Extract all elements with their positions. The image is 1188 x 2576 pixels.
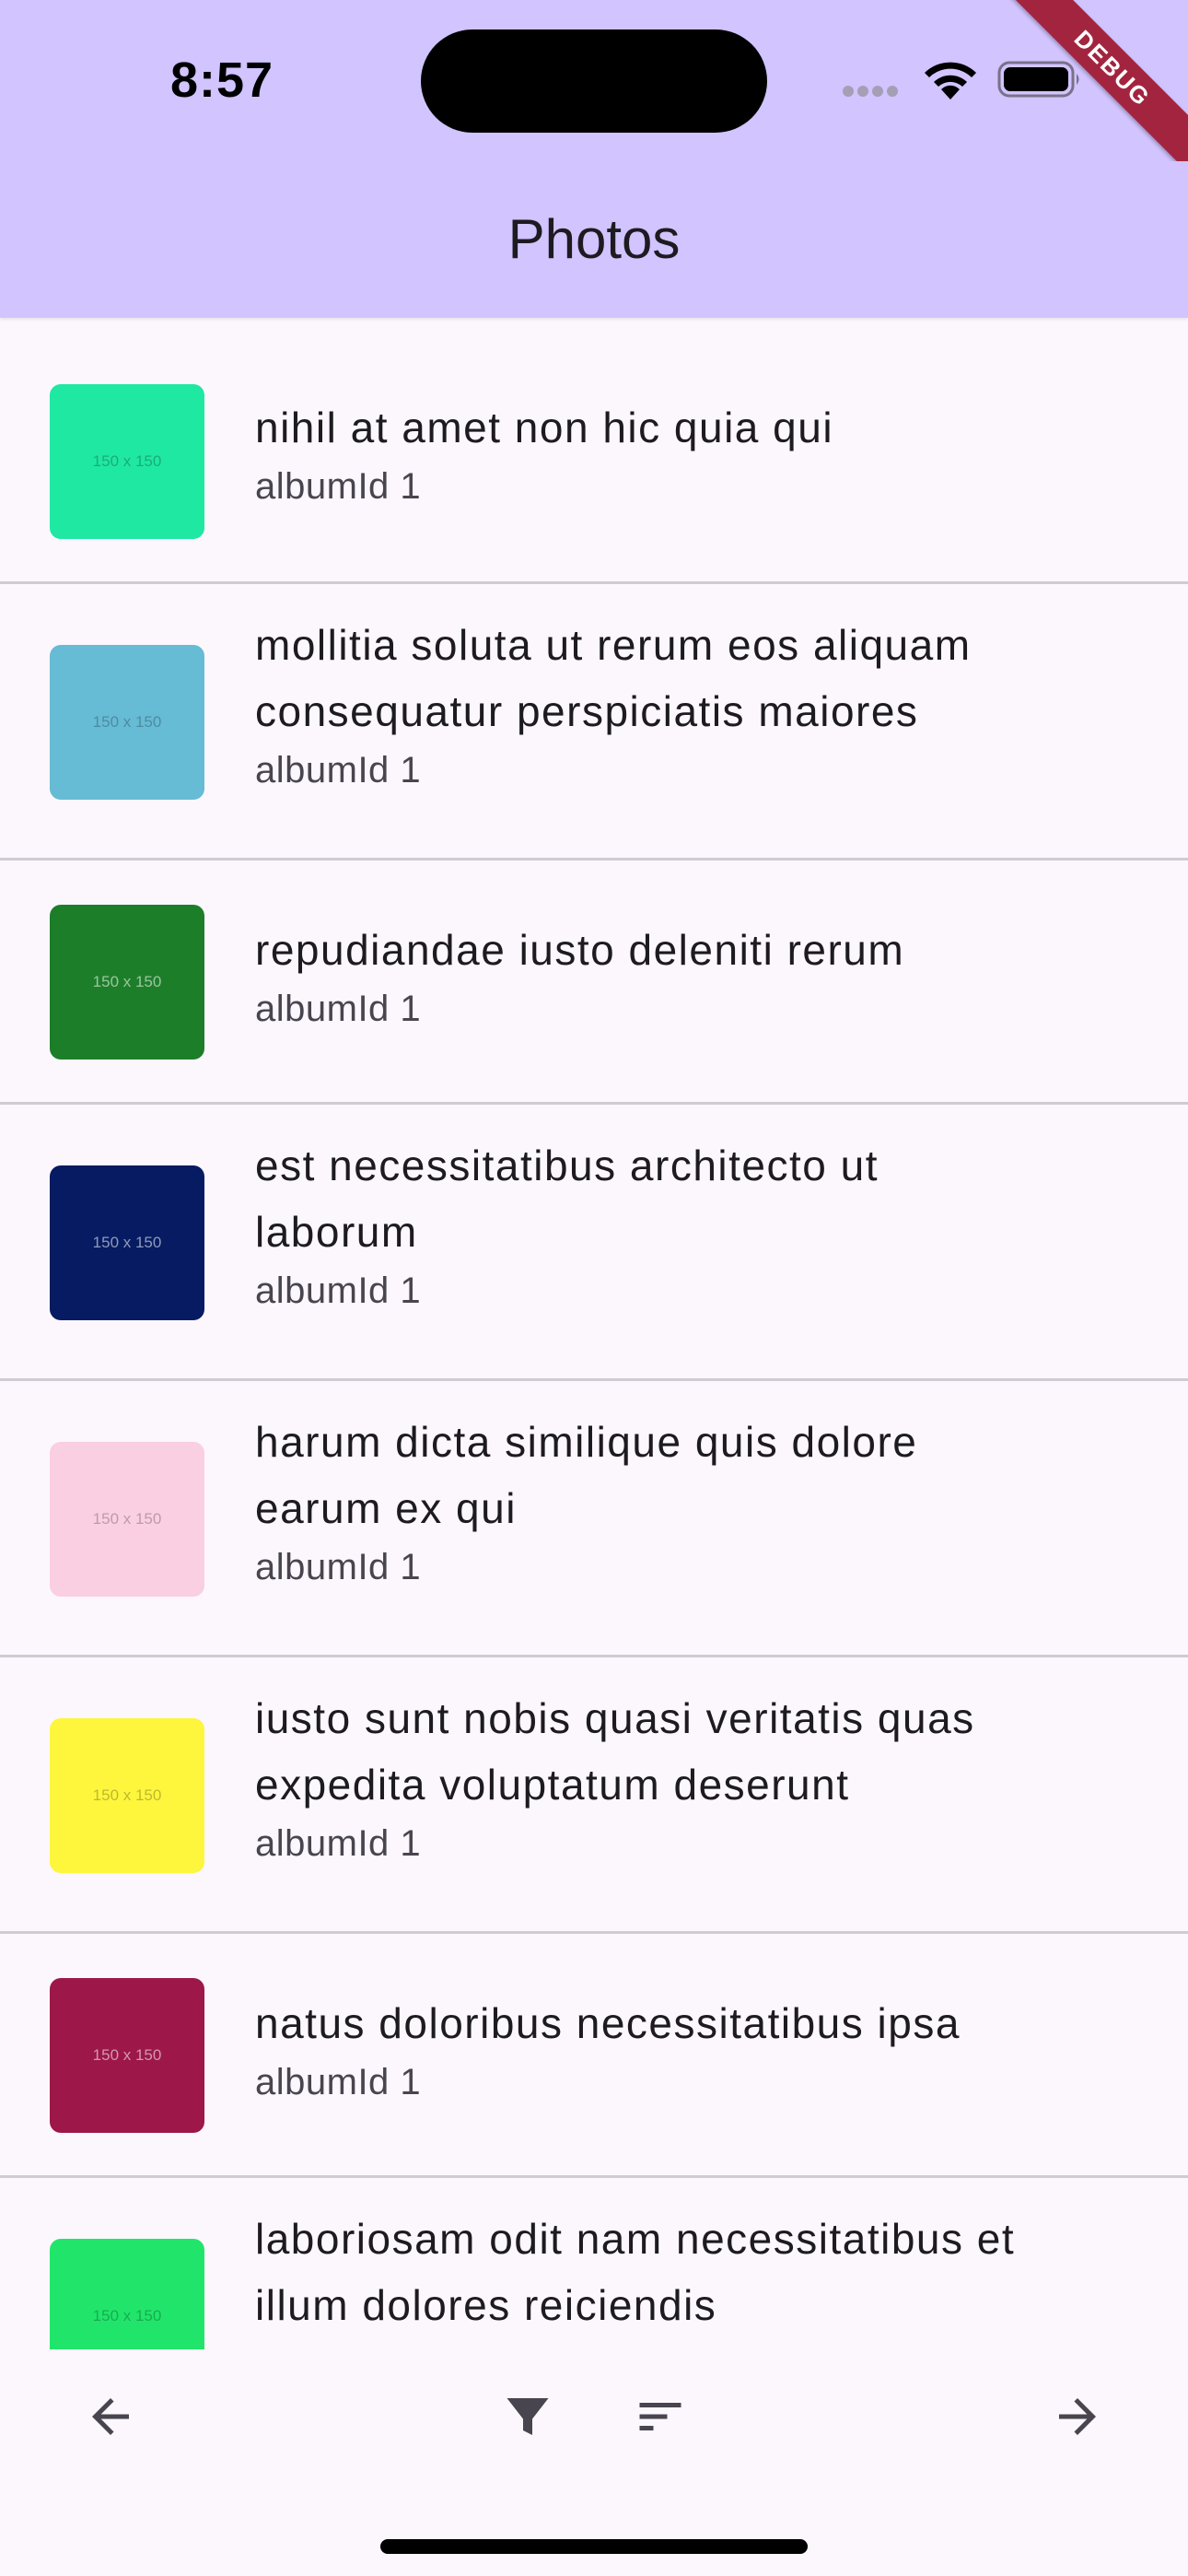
photo-thumbnail: 150 x 150 bbox=[50, 905, 204, 1060]
sort-icon bbox=[639, 2403, 681, 2430]
photo-title: nihil at amet non hic quia qui bbox=[255, 404, 834, 451]
list-item[interactable]: 150 x 150 harum dicta similique quis dol… bbox=[0, 1381, 1188, 1657]
list-item[interactable]: 150 x 150 natus doloribus necessitatibus… bbox=[0, 1934, 1188, 2178]
battery-icon bbox=[997, 61, 1079, 98]
photo-thumbnail: 150 x 150 bbox=[50, 2239, 204, 2349]
status-time: 8:57 bbox=[170, 53, 274, 108]
photo-album-id: albumId 1 bbox=[255, 750, 422, 790]
photo-thumbnail: 150 x 150 bbox=[50, 384, 204, 539]
photo-title: mollitia soluta ut rerum eos aliquam bbox=[255, 621, 972, 669]
thumbnail-label: 150 x 150 bbox=[92, 1786, 162, 1804]
photo-title: natus doloribus necessitatibus ipsa bbox=[255, 1999, 961, 2047]
dynamic-island bbox=[421, 29, 767, 133]
photo-thumbnail: 150 x 150 bbox=[50, 645, 204, 800]
list-item[interactable]: 150 x 150 nihil at amet non hic quia qui… bbox=[0, 318, 1188, 584]
wifi-icon bbox=[925, 62, 976, 100]
list-item[interactable]: 150 x 150 mollitia soluta ut rerum eos a… bbox=[0, 584, 1188, 861]
photo-title-line-2: consequatur perspiciatis maiores bbox=[255, 687, 919, 735]
photo-list[interactable]: 150 x 150 nihil at amet non hic quia qui… bbox=[0, 318, 1188, 2349]
list-item[interactable]: 150 x 150 repudiandae iusto deleniti rer… bbox=[0, 861, 1188, 1105]
photo-title-line-2: laborum bbox=[255, 1208, 418, 1256]
sort-button[interactable] bbox=[619, 2375, 702, 2458]
photo-title: repudiandae iusto deleniti rerum bbox=[255, 926, 905, 974]
photo-album-id: albumId 1 bbox=[255, 2062, 422, 2102]
photo-thumbnail: 150 x 150 bbox=[50, 1718, 204, 1873]
photo-album-id: albumId 1 bbox=[255, 466, 422, 507]
previous-page-button[interactable] bbox=[69, 2375, 152, 2458]
thumbnail-label: 150 x 150 bbox=[92, 1234, 162, 1251]
cellular-signal-icon bbox=[843, 85, 902, 101]
filter-icon bbox=[507, 2398, 549, 2435]
photo-title: est necessitatibus architecto ut bbox=[255, 1142, 879, 1189]
photo-title: harum dicta similique quis dolore bbox=[255, 1418, 918, 1466]
photo-thumbnail: 150 x 150 bbox=[50, 1442, 204, 1597]
arrow-forward-icon bbox=[1059, 2398, 1096, 2435]
photo-title-line-2: illum dolores reiciendis bbox=[255, 2281, 717, 2329]
thumbnail-label: 150 x 150 bbox=[92, 973, 162, 990]
filter-button[interactable] bbox=[486, 2375, 569, 2458]
photo-album-id: albumId 1 bbox=[255, 1270, 422, 1311]
photo-title: laboriosam odit nam necessitatibus et bbox=[255, 2215, 1016, 2263]
list-item[interactable]: 150 x 150 iusto sunt nobis quasi veritat… bbox=[0, 1657, 1188, 1934]
thumbnail-label: 150 x 150 bbox=[92, 2046, 162, 2064]
photo-title: iusto sunt nobis quasi veritatis quas bbox=[255, 1694, 975, 1742]
list-item[interactable]: 150 x 150 laboriosam odit nam necessitat… bbox=[0, 2178, 1188, 2349]
photo-thumbnail: 150 x 150 bbox=[50, 1165, 204, 1320]
thumbnail-label: 150 x 150 bbox=[92, 452, 162, 470]
list-item[interactable]: 150 x 150 est necessitatibus architecto … bbox=[0, 1105, 1188, 1381]
photo-thumbnail: 150 x 150 bbox=[50, 1978, 204, 2133]
photo-album-id: albumId 1 bbox=[255, 1823, 422, 1864]
status-bar: 8:57 bbox=[0, 0, 1188, 161]
photo-title-line-2: earum ex qui bbox=[255, 1484, 517, 1532]
arrow-back-icon bbox=[92, 2398, 129, 2435]
photo-title-line-2: expedita voluptatum deserunt bbox=[255, 1761, 850, 1809]
photo-album-id: albumId 1 bbox=[255, 1547, 422, 1587]
thumbnail-label: 150 x 150 bbox=[92, 2307, 162, 2324]
thumbnail-label: 150 x 150 bbox=[92, 1510, 162, 1528]
thumbnail-label: 150 x 150 bbox=[92, 713, 162, 731]
next-page-button[interactable] bbox=[1036, 2375, 1119, 2458]
page-title: Photos bbox=[507, 208, 681, 270]
home-indicator bbox=[380, 2539, 808, 2554]
app-bar: Photos bbox=[0, 161, 1188, 318]
photo-album-id: albumId 1 bbox=[255, 989, 422, 1029]
